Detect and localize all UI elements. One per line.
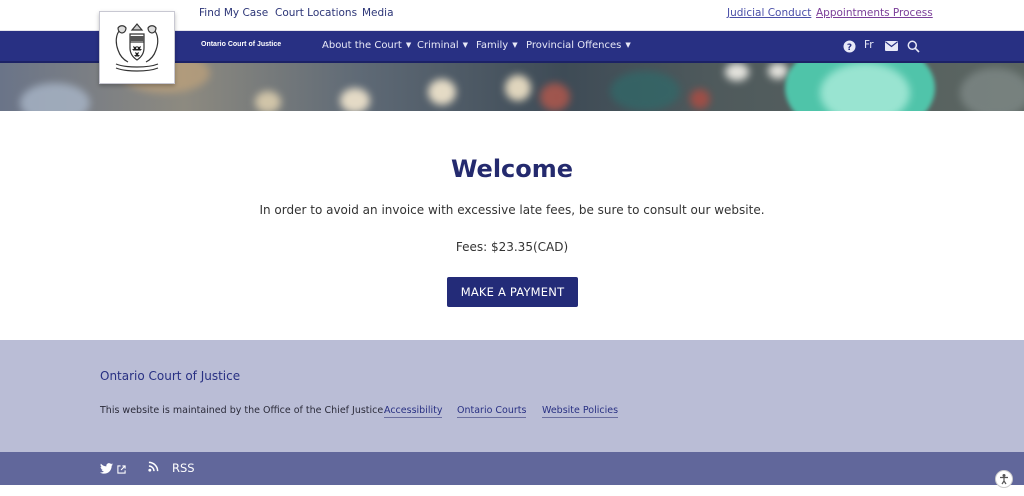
court-locations-link[interactable]: Court Locations [275, 7, 357, 19]
twitter-icon[interactable] [100, 463, 113, 474]
fees-amount: Fees: $23.35(CAD) [455, 240, 569, 254]
page-title: Welcome [450, 155, 574, 183]
court-crest-logo[interactable] [99, 11, 175, 84]
footer-maintained-text: This website is maintained by the Office… [100, 405, 387, 416]
nav-item-label: Criminal [417, 40, 459, 51]
mail-icon[interactable] [884, 39, 898, 53]
nav-item-provincial-offences[interactable]: Provincial Offences ▼ [526, 40, 631, 51]
caret-down-icon: ▼ [462, 41, 469, 49]
footer-title: Ontario Court of Justice [100, 369, 241, 383]
find-my-case-link[interactable]: Find My Case [199, 7, 268, 19]
rss-link[interactable]: RSS [172, 461, 195, 475]
nav-item-label: Provincial Offences [526, 40, 622, 51]
make-payment-button[interactable]: MAKE A PAYMENT [447, 277, 578, 307]
external-link-icon [117, 465, 126, 474]
nav-item-label: Family [476, 40, 509, 51]
nav-brand-title[interactable]: Ontario Court of Justice [201, 41, 281, 48]
nav-item-criminal[interactable]: Criminal ▼ [417, 40, 468, 51]
nav-item-about-the-court[interactable]: About the Court ▼ [322, 40, 411, 51]
website-policies-link[interactable]: Website Policies [542, 405, 619, 418]
caret-down-icon: ▼ [405, 41, 412, 49]
caret-down-icon: ▼ [625, 41, 631, 49]
welcome-message: In order to avoid an invoice with excess… [259, 203, 765, 217]
judicial-conduct-link[interactable]: Judicial Conduct [727, 7, 811, 19]
accessibility-link[interactable]: Accessibility [384, 405, 443, 418]
appointments-process-link[interactable]: Appointments Process [816, 7, 933, 19]
nav-item-family[interactable]: Family ▼ [476, 40, 518, 51]
media-link[interactable]: Media [362, 7, 394, 19]
ontario-courts-link[interactable]: Ontario Courts [457, 405, 527, 418]
nav-item-label: About the Court [322, 40, 402, 51]
help-icon[interactable]: ? [842, 39, 856, 53]
site-footer: Ontario Court of Justice This website is… [0, 340, 1024, 452]
search-icon[interactable] [906, 39, 920, 53]
rss-icon[interactable] [148, 461, 159, 472]
accessibility-widget-icon[interactable] [995, 470, 1013, 488]
caret-down-icon: ▼ [512, 41, 518, 49]
svg-text:?: ? [846, 43, 851, 53]
french-language-link[interactable]: Fr [864, 39, 874, 51]
footer-social-bar: RSS [0, 452, 1024, 485]
coat-of-arms-icon [115, 22, 159, 72]
